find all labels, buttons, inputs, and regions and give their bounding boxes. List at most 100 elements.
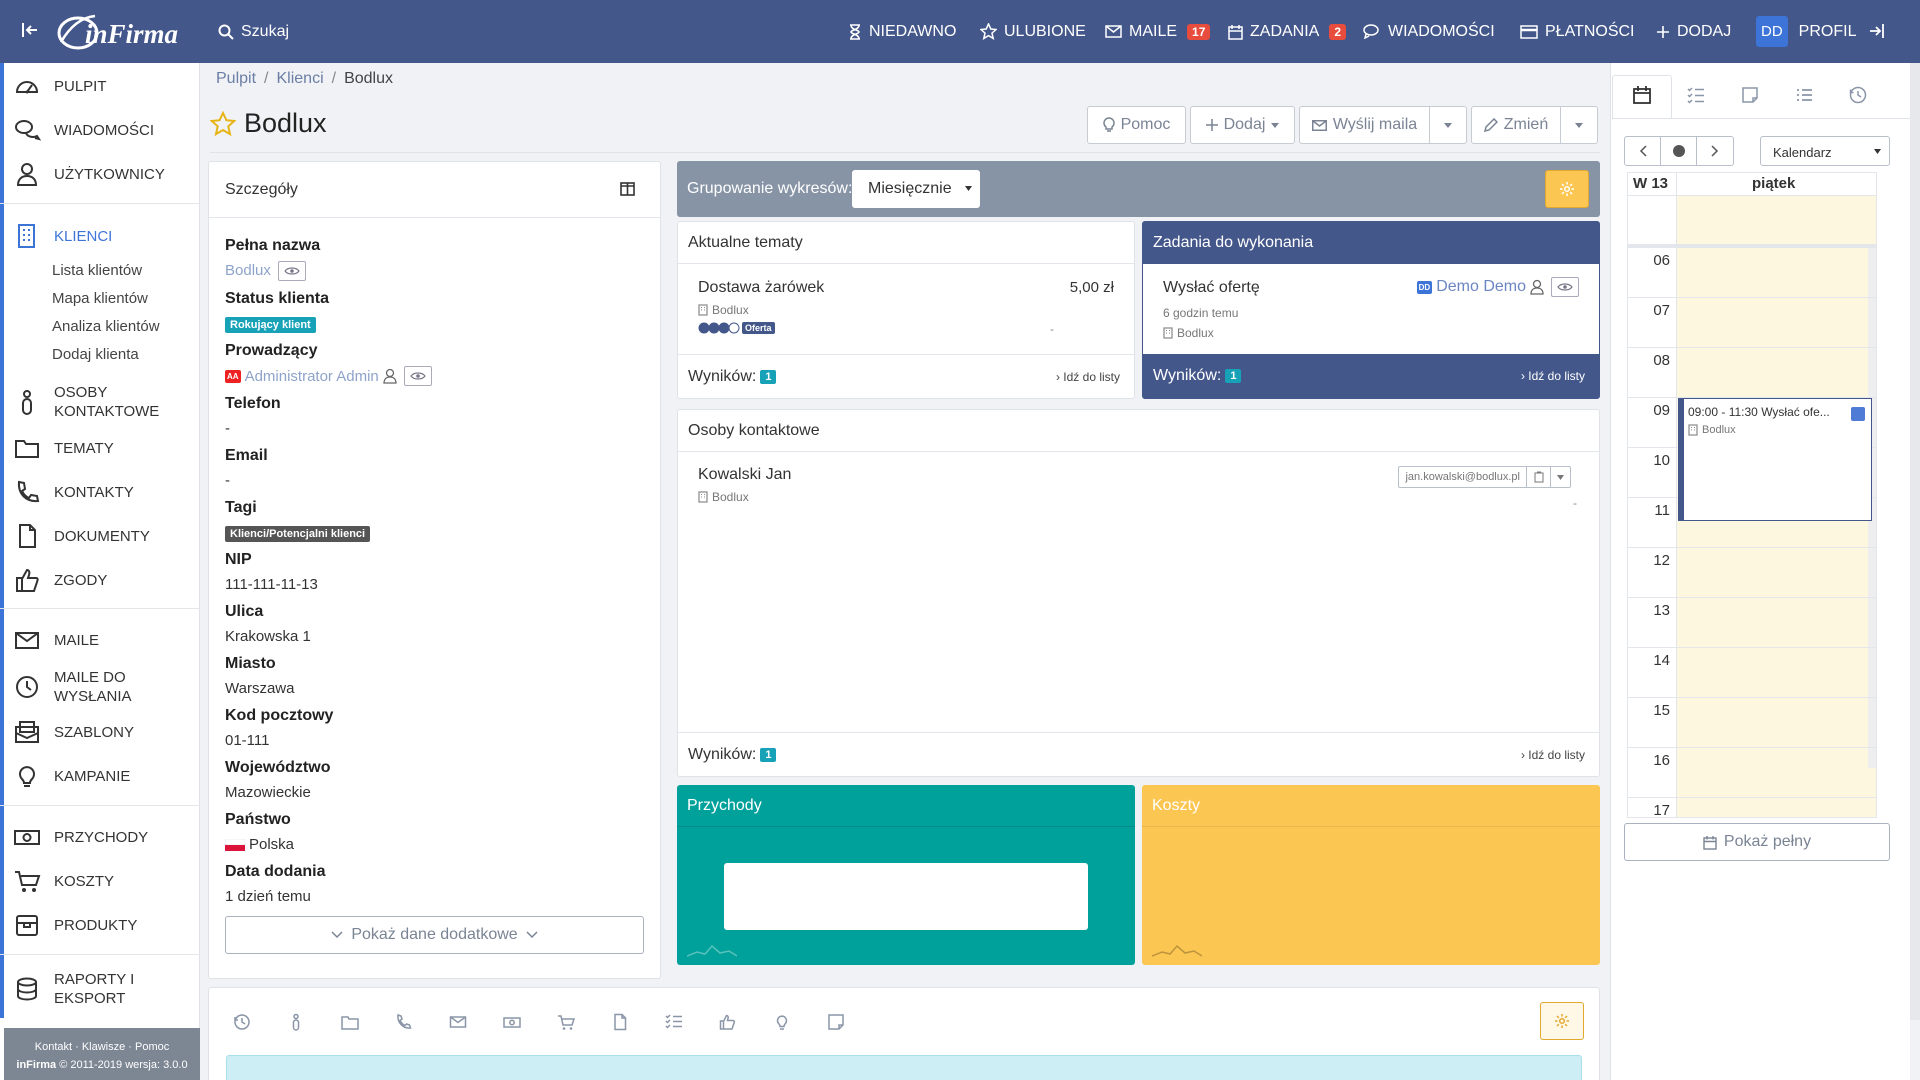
send-mail-button[interactable]: Wyślij maila	[1299, 106, 1430, 144]
sidebar-item-consents[interactable]: ZGODY	[0, 562, 200, 598]
sidebar-subitem-add-client[interactable]: Dodaj klienta	[52, 346, 139, 363]
sidebar-item-documents[interactable]: DOKUMENTY	[0, 518, 200, 554]
nav-add[interactable]: DODAJ	[1656, 0, 1731, 63]
chevron-left-icon[interactable]	[1625, 137, 1661, 165]
gear-icon	[1559, 181, 1575, 197]
infirma-logo[interactable]: inFirma	[55, 8, 190, 58]
calendar-tab-icon[interactable]	[1631, 84, 1653, 106]
tab-history-icon[interactable]	[233, 1013, 251, 1031]
change-dropdown[interactable]	[1560, 106, 1598, 144]
favorite-star-icon[interactable]	[210, 110, 236, 137]
sidebar-item-messages[interactable]: WIADOMOŚCI	[0, 112, 200, 148]
change-button[interactable]: Zmień	[1471, 106, 1561, 144]
history-tab-icon[interactable]	[1847, 84, 1869, 106]
sidebar-item-contact-persons[interactable]: OSOBY KONTAKTOWE	[0, 381, 200, 423]
contact-email-group: jan.kowalski@bodlux.pl	[1398, 466, 1571, 488]
chart-settings-button[interactable]	[1545, 170, 1589, 208]
collapse-sidebar-icon[interactable]	[20, 20, 40, 40]
tab-revenue-icon[interactable]	[503, 1013, 521, 1031]
help-button[interactable]: Pomoc	[1087, 106, 1186, 144]
logout-icon[interactable]	[1868, 22, 1886, 40]
sidebar-item-revenue[interactable]: PRZYCHODY	[0, 819, 200, 855]
sidebar-item-mails[interactable]: MAILE	[0, 622, 200, 658]
nav-tasks[interactable]: ZADANIA 2	[1228, 0, 1347, 63]
tab-consents-icon[interactable]	[719, 1013, 737, 1031]
sidebar-item-costs[interactable]: KOSZTY	[0, 863, 200, 899]
nav-mails[interactable]: MAILE 17	[1105, 0, 1211, 63]
field-label-email: Email	[225, 447, 268, 464]
copy-icon[interactable]	[1526, 467, 1550, 487]
owner-link[interactable]: Administrator Admin	[245, 368, 379, 385]
sidebar-item-clients[interactable]: KLIENCI	[0, 218, 200, 254]
sidebar-subitem-client-map[interactable]: Mapa klientów	[52, 290, 148, 307]
sidebar-item-topics[interactable]: TEMATY	[0, 430, 200, 466]
search-button[interactable]: Szukaj	[218, 0, 289, 63]
sidebar-subitem-client-analysis[interactable]: Analiza klientów	[52, 318, 160, 335]
sidebar-subitem-client-list[interactable]: Lista klientów	[52, 262, 142, 279]
show-additional-data-button[interactable]: Pokaż dane dodatkowe	[225, 916, 644, 954]
sidebar-item-dashboard[interactable]: PULPIT	[0, 68, 200, 104]
field-value-date-added: 1 dzień temu	[225, 888, 311, 905]
sidebar-item-mails-to-send[interactable]: MAILE DO WYSŁANIA	[0, 666, 200, 708]
preview-eye-icon[interactable]	[1551, 277, 1579, 297]
grouping-select[interactable]: Miesięcznie	[852, 170, 980, 208]
task-owner-link[interactable]: Demo Demo	[1436, 278, 1526, 296]
tab-notes-icon[interactable]	[827, 1013, 845, 1031]
add-dropdown-button[interactable]: Dodaj	[1190, 106, 1295, 144]
tasks-go-to-list[interactable]: › Idź do listy	[1521, 369, 1585, 383]
tabs-settings-button[interactable]	[1540, 1002, 1584, 1040]
nav-recent[interactable]: NIEDAWNO	[848, 0, 956, 63]
task-title[interactable]: Wysłać ofertę	[1163, 279, 1260, 297]
tab-persons-icon[interactable]	[287, 1013, 305, 1031]
nav-messages[interactable]: WIADOMOŚCI	[1363, 0, 1495, 63]
calendar-view-select[interactable]: Kalendarz	[1760, 136, 1890, 166]
sidebar-item-users[interactable]: UŻYTKOWNICY	[0, 156, 200, 192]
contacts-go-to-list[interactable]: › Idź do listy	[1521, 748, 1585, 762]
plus-icon	[1656, 25, 1670, 39]
chevron-right-icon[interactable]	[1697, 137, 1733, 165]
footer-version: © 2011-2019 wersja: 3.0.0	[56, 1059, 188, 1071]
show-full-calendar-button[interactable]: Pokaż pełny	[1624, 823, 1890, 861]
tab-topics-icon[interactable]	[341, 1013, 359, 1031]
topic-title[interactable]: Dostawa żarówek	[698, 279, 824, 297]
sidebar-item-contacts[interactable]: KONTAKTY	[0, 474, 200, 510]
tab-contacts-icon[interactable]	[395, 1013, 413, 1031]
send-mail-dropdown[interactable]	[1429, 106, 1467, 144]
columns-toggle-icon[interactable]	[620, 182, 635, 196]
tab-campaigns-icon[interactable]	[773, 1013, 791, 1031]
contacts-count-badge: 1	[760, 747, 777, 762]
sidebar-item-campaigns[interactable]: KAMPANIE	[0, 758, 200, 794]
breadcrumb-item[interactable]: Pulpit	[216, 70, 256, 88]
nav-favorites[interactable]: ULUBIONE	[980, 0, 1086, 63]
tab-tasks-icon[interactable]	[665, 1013, 683, 1031]
footer-links[interactable]: Kontakt · Klawisze · Pomoc	[4, 1038, 200, 1056]
hour-label: 11	[1654, 502, 1670, 519]
tasks-tab-icon[interactable]	[1685, 84, 1707, 106]
calendar-event[interactable]: 09:00 - 11:30 Wysłać ofe... Bodlux	[1678, 398, 1872, 521]
sidebar-item-templates[interactable]: SZABLONY	[0, 714, 200, 750]
tab-documents-icon[interactable]	[611, 1013, 629, 1031]
hour-line	[1627, 797, 1877, 798]
breadcrumb-item[interactable]: Klienci	[276, 70, 323, 88]
nav-payments[interactable]: PŁATNOŚCI	[1520, 0, 1635, 63]
list-tab-icon[interactable]	[1793, 84, 1815, 106]
today-dot-icon[interactable]	[1661, 137, 1697, 165]
notes-tab-icon[interactable]	[1739, 84, 1761, 106]
caret-down-icon[interactable]	[1550, 467, 1570, 487]
sidebar-item-products[interactable]: PRODUKTY	[0, 907, 200, 943]
contact-name[interactable]: Kowalski Jan	[698, 466, 791, 484]
client-name-link[interactable]: Bodlux	[225, 262, 271, 279]
sidebar-item-reports[interactable]: RAPORTY I EKSPORT	[0, 968, 200, 1010]
nav-profile[interactable]: DD PROFIL	[1756, 0, 1856, 63]
topics-go-to-list[interactable]: › Idź do listy	[1056, 370, 1120, 384]
tab-mail-icon[interactable]	[449, 1013, 467, 1031]
person-icon	[13, 388, 41, 416]
preview-eye-icon[interactable]	[278, 261, 307, 281]
page-scrollbar[interactable]	[1910, 63, 1920, 1020]
topic-client: Bodlux	[698, 303, 749, 317]
tab-costs-icon[interactable]	[557, 1013, 575, 1031]
field-value-country: Polska	[225, 836, 294, 853]
field-label-postal-code: Kod pocztowy	[225, 707, 334, 724]
preview-eye-icon[interactable]	[403, 366, 432, 386]
contact-email[interactable]: jan.kowalski@bodlux.pl	[1399, 467, 1526, 487]
